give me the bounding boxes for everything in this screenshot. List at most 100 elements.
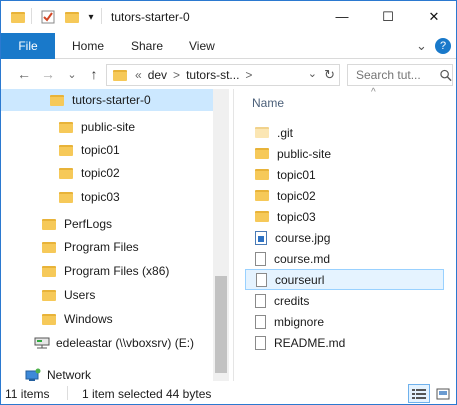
tree-item-label: Users (64, 288, 96, 302)
tree-item-tutors-starter-0[interactable]: tutors-starter-0 (1, 89, 213, 111)
large-icons-view-button[interactable] (432, 384, 454, 403)
tree-item-topic01[interactable]: topic01 (59, 139, 120, 161)
file-name: topic02 (277, 188, 316, 203)
maximize-button[interactable]: ☐ (365, 1, 411, 32)
breadcrumb-separator[interactable]: > (245, 68, 252, 82)
hidden-folder-icon (255, 127, 269, 138)
tree-item-topic03[interactable]: topic03 (59, 186, 120, 208)
folder-icon (50, 94, 64, 106)
tree-item-program-files-x86[interactable]: Program Files (x86) (42, 260, 169, 282)
status-selected: 1 item selected (82, 386, 163, 401)
minimize-button[interactable]: — (319, 1, 365, 32)
folder-icon[interactable] (9, 9, 27, 25)
tab-view[interactable]: View (189, 33, 215, 59)
explorer-window: ▾ tutors-starter-0 — ☐ ✕ File Home Share… (0, 0, 457, 405)
navigation-pane: tutors-starter-0 public-site topic01 top… (1, 89, 229, 381)
tree-item-program-files[interactable]: Program Files (42, 236, 139, 258)
folder-icon (59, 144, 73, 156)
folder-icon (59, 167, 73, 179)
tree-item-topic02[interactable]: topic02 (59, 162, 120, 184)
tree-item-label: Windows (64, 312, 113, 326)
up-button[interactable]: ↑ (85, 65, 103, 83)
breadcrumb-separator[interactable]: > (173, 68, 180, 82)
search-icon[interactable] (440, 69, 452, 82)
file-row-git[interactable]: .git (245, 122, 444, 143)
navigation-bar: ← → ⌄ ↑ « dev > tutors-st... > ⌄ ↻ (1, 59, 456, 89)
file-list-pane: ^ Name .git public-site topic01 topic02 … (234, 87, 456, 381)
back-button[interactable]: ← (15, 65, 33, 83)
file-row-readme-md[interactable]: README.md (245, 332, 444, 353)
folder-icon (42, 241, 56, 253)
separator (31, 8, 32, 24)
help-icon[interactable]: ? (435, 38, 451, 54)
separator (101, 8, 102, 24)
address-dropdown-icon[interactable]: ⌄ (308, 67, 317, 80)
tab-home[interactable]: Home (72, 33, 104, 59)
details-view-button[interactable] (408, 384, 430, 403)
file-name: README.md (274, 335, 346, 350)
tree-item-windows[interactable]: Windows (42, 308, 113, 330)
document-icon (255, 314, 266, 329)
tree-item-label: topic02 (81, 166, 120, 180)
file-name: courseurl (275, 272, 325, 287)
folder-icon (42, 218, 56, 230)
expand-ribbon-icon[interactable]: ⌄ (416, 33, 427, 59)
tree-item-network[interactable]: Network (25, 364, 91, 381)
breadcrumb-dev[interactable]: dev (148, 68, 167, 82)
image-file-icon (255, 230, 267, 245)
file-row-credits[interactable]: credits (245, 290, 444, 311)
file-row-courseurl[interactable]: courseurl (245, 269, 444, 290)
status-separator (67, 386, 68, 400)
file-name: .git (277, 125, 294, 140)
tree-item-label: tutors-starter-0 (72, 93, 151, 107)
window-title: tutors-starter-0 (111, 10, 190, 24)
tree-item-perflogs[interactable]: PerfLogs (42, 213, 112, 235)
search-input[interactable] (356, 68, 438, 82)
file-row-public-site[interactable]: public-site (245, 143, 444, 164)
file-row-mbignore[interactable]: mbignore (245, 311, 444, 332)
ribbon: File Home Share View ⌄ ? (1, 33, 456, 59)
properties-icon[interactable] (39, 9, 57, 25)
close-button[interactable]: ✕ (411, 1, 457, 32)
file-row-course-md[interactable]: course.md (245, 248, 444, 269)
tree-item-label: topic03 (81, 190, 120, 204)
folder-icon (255, 190, 269, 201)
file-row-topic03[interactable]: topic03 (245, 206, 444, 227)
folder-icon (59, 121, 73, 133)
details-view-icon (412, 388, 426, 399)
search-box[interactable] (347, 64, 453, 86)
title-bar: ▾ tutors-starter-0 — ☐ ✕ (1, 1, 456, 33)
new-folder-icon[interactable] (63, 9, 81, 25)
forward-button[interactable]: → (39, 65, 57, 83)
folder-icon (255, 211, 269, 222)
file-row-topic02[interactable]: topic02 (245, 185, 444, 206)
address-bar[interactable]: « dev > tutors-st... > ⌄ ↻ (106, 64, 340, 86)
folder-icon (255, 169, 269, 180)
status-size: 44 bytes (166, 386, 212, 401)
tree-item-public-site[interactable]: public-site (59, 116, 135, 138)
tab-file[interactable]: File (1, 33, 55, 59)
refresh-icon[interactable]: ↻ (324, 67, 335, 83)
scrollbar-thumb[interactable] (215, 276, 227, 373)
recent-locations-button[interactable]: ⌄ (63, 65, 81, 83)
customize-quick-access-icon[interactable]: ▾ (85, 9, 97, 25)
tree-item-label: Network (47, 368, 92, 381)
sort-ascending-icon: ^ (371, 87, 376, 98)
file-row-course-jpg[interactable]: course.jpg (245, 227, 444, 248)
column-header-name[interactable]: Name (252, 96, 284, 110)
breadcrumb-overflow[interactable]: « (135, 68, 142, 82)
tree-item-network-drive[interactable]: edeleastar (\\vboxsrv) (E:) (34, 332, 194, 354)
file-name: topic03 (277, 209, 316, 224)
tree-item-label: PerfLogs (64, 217, 113, 231)
tree-item-users[interactable]: Users (42, 284, 95, 306)
breadcrumb-current[interactable]: tutors-st... (186, 68, 239, 82)
file-name: mbignore (274, 314, 325, 329)
file-name: public-site (277, 146, 332, 161)
tree-item-label: public-site (81, 120, 136, 134)
document-icon (256, 272, 267, 287)
tab-share[interactable]: Share (131, 33, 163, 59)
folder-icon (42, 265, 56, 277)
document-icon (255, 335, 266, 350)
large-icons-view-icon (436, 388, 450, 399)
file-row-topic01[interactable]: topic01 (245, 164, 444, 185)
